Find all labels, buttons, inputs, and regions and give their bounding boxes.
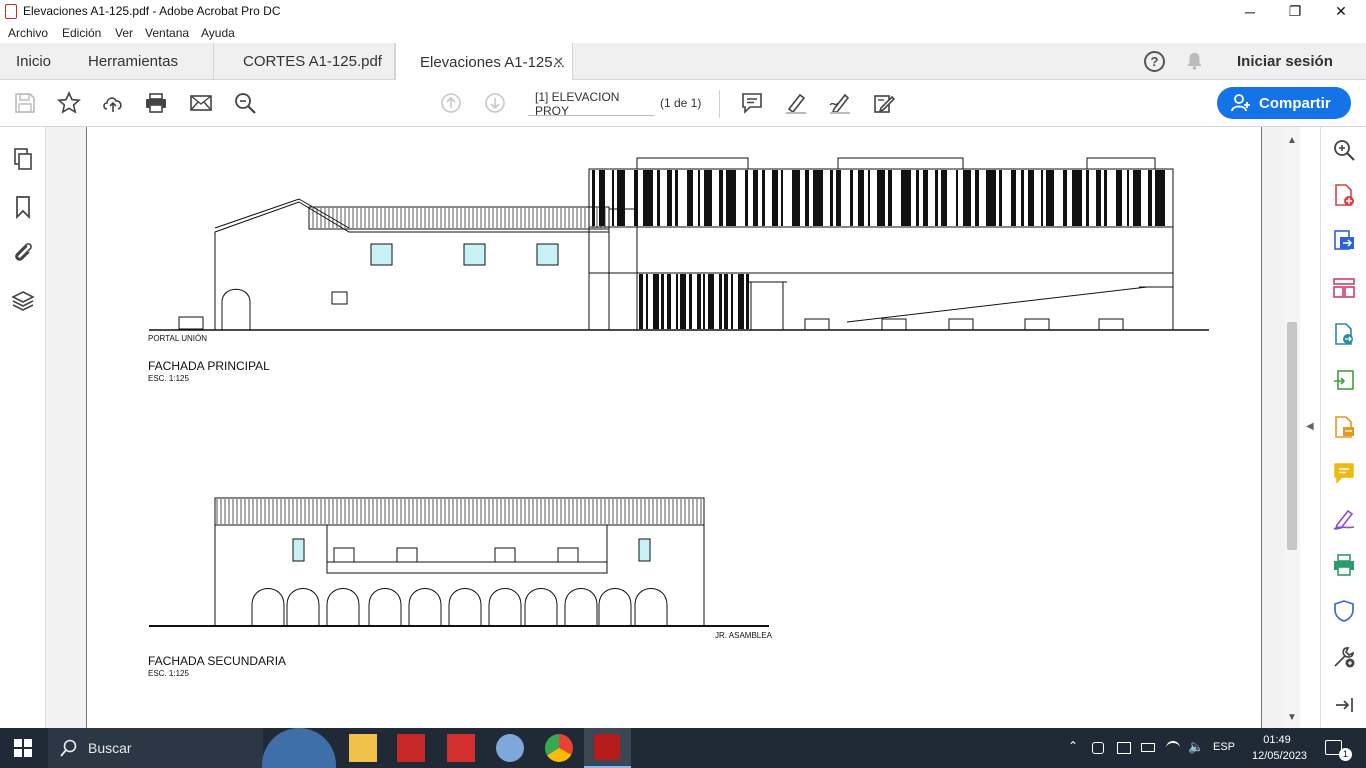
menu-ayuda[interactable]: Ayuda: [201, 26, 235, 40]
comment-icon[interactable]: [739, 90, 765, 116]
toolbar-separator: [719, 90, 720, 118]
search-zoom-icon[interactable]: [1332, 138, 1356, 162]
comment-tool-icon[interactable]: [1332, 461, 1356, 485]
mail-icon[interactable]: [188, 90, 214, 116]
zoom-icon[interactable]: [232, 90, 258, 116]
notification-count-badge: 1: [1339, 748, 1352, 761]
sketchup-icon[interactable]: [397, 734, 425, 762]
tab-cortes[interactable]: CORTES A1-125.pdf: [214, 43, 395, 80]
menu-ver[interactable]: Ver: [115, 26, 133, 40]
autocad-icon[interactable]: [447, 734, 475, 762]
help-icon[interactable]: ?: [1144, 51, 1165, 72]
print-icon[interactable]: [143, 90, 169, 116]
network-tray-icon[interactable]: [1117, 742, 1131, 754]
paint-icon[interactable]: [496, 734, 524, 762]
export-pdf-icon[interactable]: [1332, 229, 1356, 253]
acrobat-taskbar-button[interactable]: [584, 728, 631, 768]
drawing-title-secundaria: FACHADA SECUNDARIA: [148, 654, 287, 668]
attachments-icon[interactable]: [11, 240, 35, 264]
document-viewport[interactable]: PORTAL UNIÓN FACHADA PRINCIPAL ESC. 1:12…: [46, 127, 1284, 728]
chrome-icon[interactable]: [545, 734, 573, 762]
page-count: (1 de 1): [660, 96, 702, 110]
windows-start-icon[interactable]: [14, 739, 32, 757]
vertical-scrollbar[interactable]: ▲ ▼: [1284, 127, 1300, 728]
fill-sign-files-icon[interactable]: [1332, 415, 1356, 439]
protect-shield-icon[interactable]: [1332, 599, 1356, 623]
elevation-drawing: [149, 157, 1209, 627]
star-icon[interactable]: [56, 90, 82, 116]
scroll-down-arrow-icon[interactable]: ▼: [1287, 712, 1297, 723]
save-icon[interactable]: [12, 90, 38, 116]
volume-icon[interactable]: 🔈: [1188, 739, 1204, 755]
drawing-scale-principal: ESC. 1:125: [148, 374, 189, 383]
window-title: Elevaciones A1-125.pdf - Adobe Acrobat P…: [23, 4, 281, 18]
maximize-button[interactable]: ❐: [1272, 0, 1318, 23]
drawing-title-principal: FACHADA PRINCIPAL: [148, 359, 270, 373]
tab-elevaciones-label: Elevaciones A1-125...: [420, 53, 566, 71]
scroll-up-arrow-icon[interactable]: ▲: [1287, 135, 1297, 146]
close-tab-icon[interactable]: ✕: [553, 54, 564, 70]
acrobat-pdf-icon: [5, 4, 17, 19]
close-button[interactable]: ✕: [1318, 0, 1364, 23]
acrobat-icon: [594, 734, 620, 760]
bookmarks-icon[interactable]: [11, 195, 35, 219]
clock-time: 01:49: [1263, 734, 1291, 746]
search-placeholder: Buscar: [88, 740, 132, 756]
tab-elevaciones[interactable]: Elevaciones A1-125... ✕: [395, 43, 573, 81]
language-indicator[interactable]: ESP: [1213, 741, 1235, 753]
search-icon: [60, 739, 77, 757]
highlight-icon[interactable]: [783, 90, 809, 116]
left-navigation-pane: [0, 127, 46, 728]
tab-inicio[interactable]: Inicio: [16, 43, 51, 80]
layers-icon[interactable]: [11, 289, 35, 313]
page-thumbnails-icon[interactable]: [11, 147, 35, 171]
signin-button[interactable]: Iniciar sesión: [1237, 53, 1333, 70]
add-user-icon: [1231, 94, 1250, 112]
upload-icon[interactable]: [100, 90, 126, 116]
windows-taskbar: Buscar ⌃ 🔈 ESP 01:49 12/05/2023 1: [0, 728, 1366, 768]
file-explorer-icon[interactable]: [349, 734, 377, 762]
print-production-icon[interactable]: [1332, 553, 1356, 577]
collapse-right-pane-icon[interactable]: ◀: [1306, 421, 1314, 432]
page-down-icon[interactable]: [482, 90, 508, 116]
clock-date: 12/05/2023: [1252, 750, 1308, 762]
page-number-input[interactable]: [1] ELEVACION PROY: [528, 90, 654, 118]
scrollbar-thumb[interactable]: [1287, 322, 1297, 550]
title-bar: Elevaciones A1-125.pdf - Adobe Acrobat P…: [0, 0, 1366, 23]
menu-edicion[interactable]: Edición: [62, 26, 101, 40]
notifications-bell-icon[interactable]: [1186, 52, 1203, 70]
street-label-portal-union: PORTAL UNIÓN: [148, 334, 207, 343]
edit-icon[interactable]: [871, 90, 897, 116]
organize-pages-icon[interactable]: [1332, 276, 1356, 300]
page-up-icon[interactable]: [438, 90, 464, 116]
wifi-icon[interactable]: [1166, 741, 1180, 755]
combine-files-icon[interactable]: [1332, 369, 1356, 393]
drawing-scale-secundaria: ESC. 1:125: [148, 669, 189, 678]
fill-and-sign-icon[interactable]: [1332, 507, 1356, 531]
clock[interactable]: 01:49 12/05/2023: [1252, 732, 1308, 764]
create-pdf-icon[interactable]: [1332, 183, 1356, 207]
expand-pane-icon[interactable]: [1332, 693, 1356, 717]
menu-bar: Archivo Edición Ver Ventana Ayuda: [0, 23, 1366, 43]
battery-icon[interactable]: [1141, 743, 1155, 752]
more-tools-icon[interactable]: [1332, 645, 1356, 669]
menu-archivo[interactable]: Archivo: [8, 26, 48, 40]
edit-pdf-icon[interactable]: [1332, 322, 1356, 346]
meet-icon[interactable]: [1092, 742, 1104, 754]
street-label-jr-asamblea: JR. ASAMBLEA: [715, 631, 772, 640]
widget-icon[interactable]: [262, 728, 336, 768]
pdf-page: PORTAL UNIÓN FACHADA PRINCIPAL ESC. 1:12…: [86, 127, 1262, 728]
taskbar-search[interactable]: [48, 728, 263, 768]
menu-ventana[interactable]: Ventana: [145, 26, 189, 40]
minimize-button[interactable]: ─: [1227, 0, 1273, 23]
tab-herramientas[interactable]: Herramientas: [88, 43, 214, 80]
tray-chevron-icon[interactable]: ⌃: [1068, 739, 1078, 753]
main-toolbar: [1] ELEVACION PROY (1 de 1): [0, 80, 1366, 127]
sign-icon[interactable]: [827, 90, 853, 116]
right-tools-pane: [1320, 127, 1366, 728]
